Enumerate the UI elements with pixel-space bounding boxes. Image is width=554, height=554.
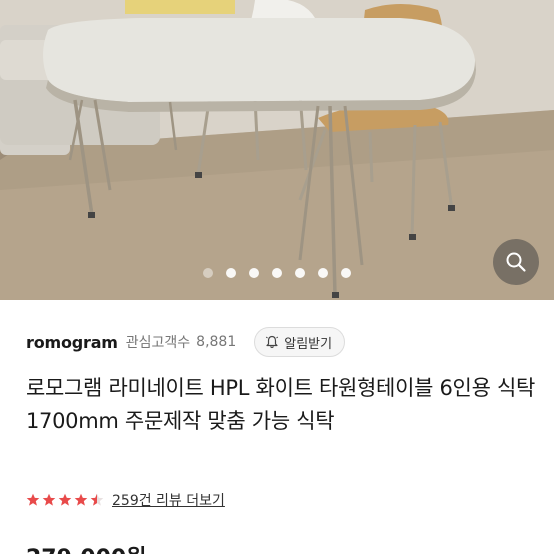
subscribe-alert-button[interactable]: 알림받기 xyxy=(254,327,346,357)
interest-label: 관심고객수 xyxy=(125,335,191,351)
carousel-dot[interactable] xyxy=(295,268,305,278)
subscribe-alert-label: 알림받기 xyxy=(284,336,333,352)
interest-count: 8,881 xyxy=(196,334,237,350)
star-icon xyxy=(26,493,40,506)
star-icon xyxy=(58,493,72,506)
carousel-dot[interactable] xyxy=(341,268,351,278)
seller-row: romogram 관심고객수 8,881 알림받기 xyxy=(26,326,346,358)
star-rating xyxy=(26,493,104,507)
zoom-button[interactable] xyxy=(493,239,539,285)
star-half-icon xyxy=(90,493,104,506)
carousel-dot[interactable] xyxy=(318,268,328,278)
product-price: 279,000원 xyxy=(26,540,146,554)
bell-icon xyxy=(266,335,279,349)
star-icon xyxy=(74,493,88,506)
review-count-link[interactable]: 259건 리뷰 더보기 xyxy=(112,490,225,510)
carousel-dot[interactable] xyxy=(203,268,213,278)
seller-name[interactable]: romogram xyxy=(26,333,118,352)
product-title: 로모그램 라미네이트 HPL 화이트 타원형테이블 6인용 식탁 1700mm … xyxy=(26,376,536,433)
search-icon xyxy=(506,252,526,272)
carousel-dot[interactable] xyxy=(272,268,282,278)
rating-row: 259건 리뷰 더보기 xyxy=(26,489,225,511)
carousel-dot[interactable] xyxy=(249,268,259,278)
product-photo-illustration xyxy=(0,0,554,300)
carousel-dot[interactable] xyxy=(226,268,236,278)
star-icon xyxy=(42,493,56,506)
carousel-indicator xyxy=(0,266,554,280)
product-photo[interactable] xyxy=(0,0,554,300)
